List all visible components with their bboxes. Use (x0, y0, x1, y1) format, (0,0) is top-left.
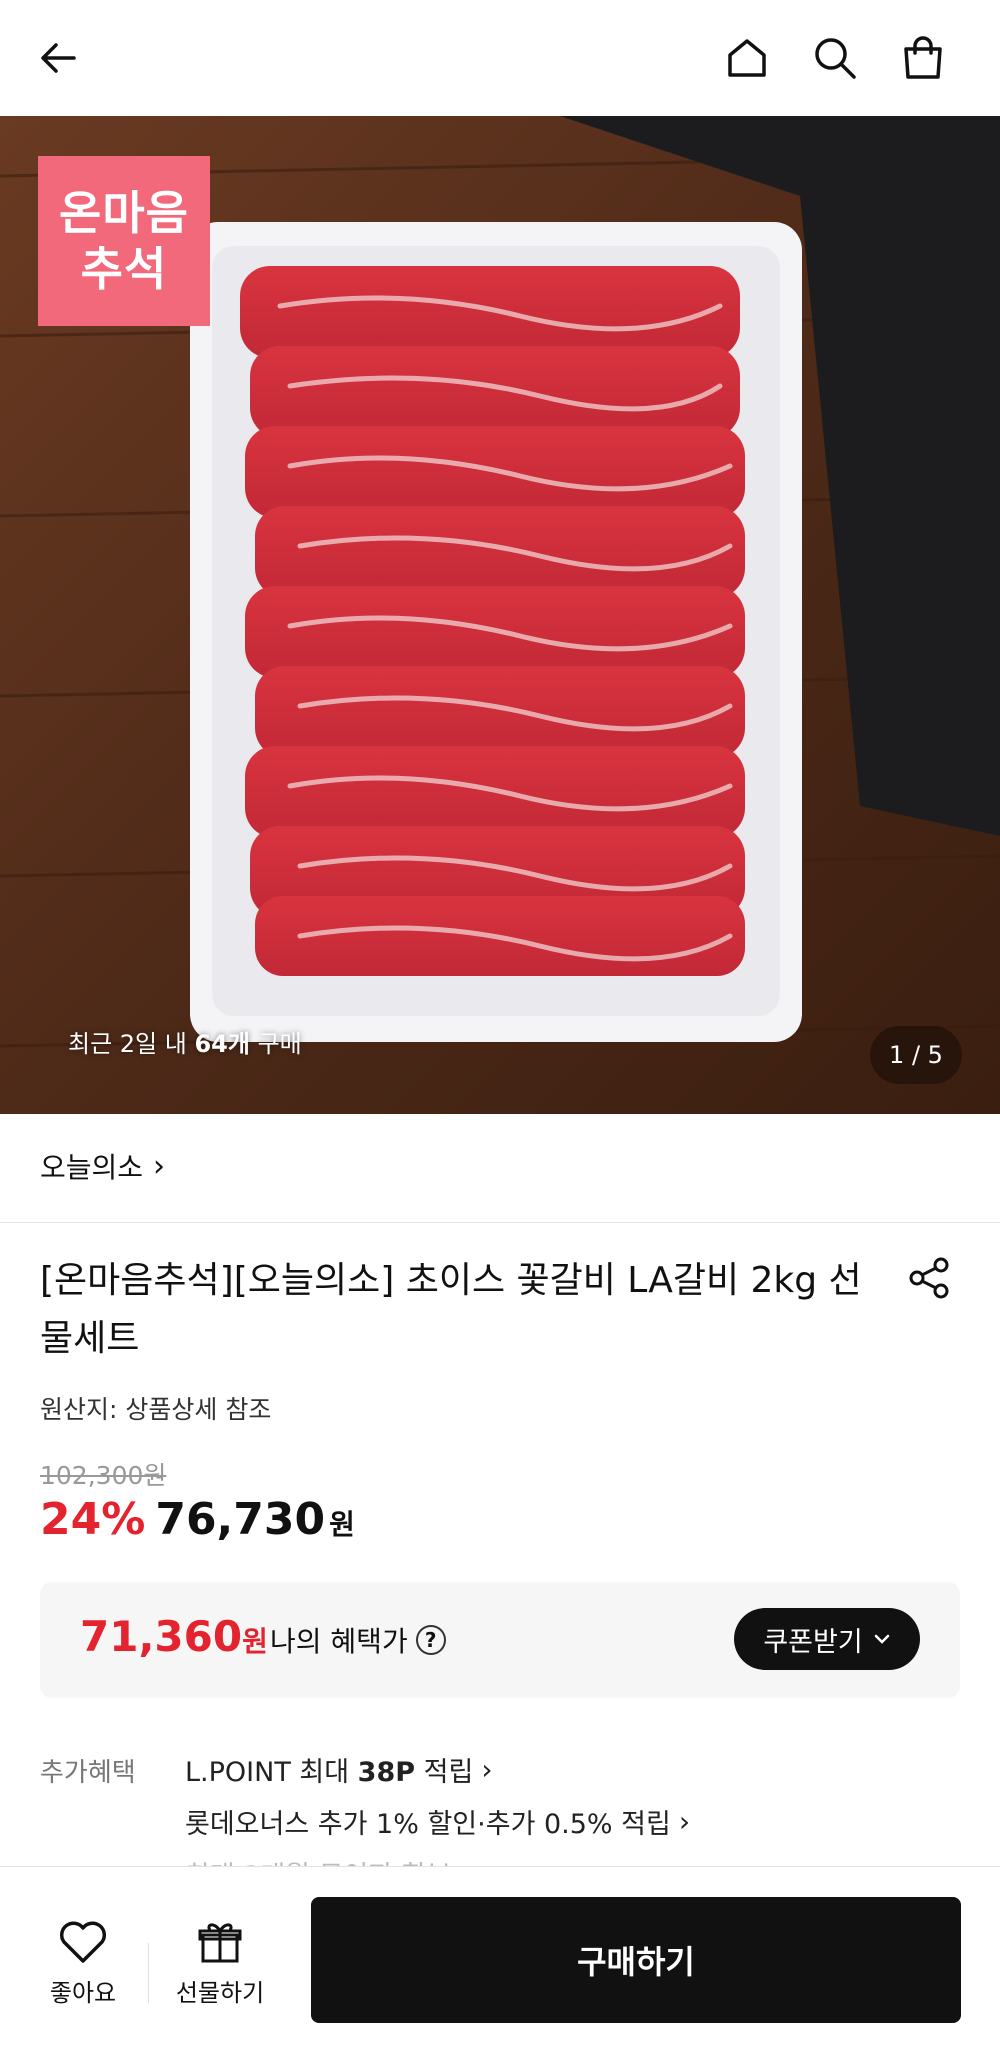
benefit-label-text: 나의 혜택가 (270, 1625, 408, 1658)
recent-count: 64개 (194, 1030, 250, 1058)
share-button[interactable] (904, 1252, 956, 1304)
chevron-right-icon: › (153, 1148, 166, 1184)
like-button[interactable]: 좋아요 (30, 1919, 136, 2019)
heart-icon (59, 1921, 107, 1963)
bottom-action-bar: 좋아요 선물하기 구매하기 (0, 1866, 1000, 2051)
bottom-divider (148, 1943, 149, 2003)
sale-price: 76,730 (155, 1494, 326, 1545)
brand-name: 오늘의소 (40, 1151, 144, 1184)
price-unit: 원 (329, 1508, 355, 1541)
chevron-right-icon: › (678, 1805, 691, 1838)
badge-line1: 온마음 (59, 186, 189, 240)
section-divider (0, 1222, 1000, 1223)
discount-rate: 24% (40, 1494, 146, 1545)
origin-text: 원산지: 상품상세 참조 (40, 1395, 272, 1424)
extra-benefit-label: 추가혜택 (40, 1758, 136, 1788)
chevron-right-icon: › (481, 1753, 493, 1786)
search-icon (815, 38, 856, 79)
promo-badge: 온마음 추석 (38, 156, 210, 326)
price-row: 24% 76,730 원 (40, 1494, 355, 1545)
gift-button[interactable]: 선물하기 (160, 1919, 280, 2019)
like-label: 좋아요 (49, 1979, 117, 2007)
home-icon (728, 39, 766, 77)
recent-prefix: 최근 2일 내 (68, 1030, 195, 1058)
share-icon (909, 1257, 949, 1299)
shopping-bag-button[interactable] (889, 24, 957, 92)
badge-line2: 추석 (80, 242, 168, 296)
extra-prefix: L.POINT 최대 (185, 1757, 358, 1788)
coupon-button[interactable]: 쿠폰받기 (734, 1608, 920, 1670)
home-button[interactable] (713, 24, 781, 92)
extra-benefit-lotte-owners[interactable]: 롯데오너스 추가 1% 할인·추가 0.5% 적립 › (185, 1802, 690, 1841)
benefit-label: 나의 혜택가 ? (270, 1620, 446, 1660)
image-pager: 1 / 5 (870, 1026, 962, 1084)
gift-label: 선물하기 (175, 1979, 265, 2007)
back-button[interactable] (24, 24, 92, 92)
original-price: 102,300원 (40, 1461, 167, 1490)
extra-text: 롯데오너스 추가 1% 할인·추가 0.5% 적립 (185, 1809, 671, 1840)
recent-suffix: 구매 (249, 1030, 302, 1058)
extra-bold: 38P (357, 1757, 416, 1788)
extra-suffix: 적립 (415, 1757, 474, 1788)
product-title: [온마음추석][오늘의소] 초이스 꽃갈비 LA갈비 2kg 선물세트 (40, 1260, 862, 1359)
help-icon[interactable]: ? (415, 1625, 446, 1655)
extra-text: L.POINT 최대 38P 적립 (185, 1750, 473, 1789)
buy-button[interactable]: 구매하기 (311, 1897, 961, 2023)
arrow-left-icon (41, 43, 76, 73)
extra-benefit-lpoint[interactable]: L.POINT 최대 38P 적립 › (185, 1750, 493, 1789)
benefit-price-box: 71,360원 나의 혜택가 ? 쿠폰받기 (40, 1582, 960, 1698)
coupon-label: 쿠폰받기 (763, 1626, 863, 1658)
recent-purchase-text: 최근 2일 내 64개 구매 (68, 1024, 302, 1059)
product-image-carousel[interactable]: 온마음 추석 최근 2일 내 64개 구매 1 / 5 (0, 116, 1000, 1114)
benefit-price-unit: 원 (242, 1625, 268, 1658)
shopping-bag-icon (904, 36, 942, 79)
benefit-price: 71,360원 (80, 1612, 268, 1661)
chevron-down-icon (874, 1634, 889, 1644)
brand-link[interactable]: 오늘의소 › (40, 1146, 165, 1186)
top-navigation-bar (0, 0, 1000, 116)
benefit-price-value: 71,360 (80, 1612, 243, 1661)
gift-icon (198, 1923, 242, 1963)
search-button[interactable] (801, 24, 869, 92)
